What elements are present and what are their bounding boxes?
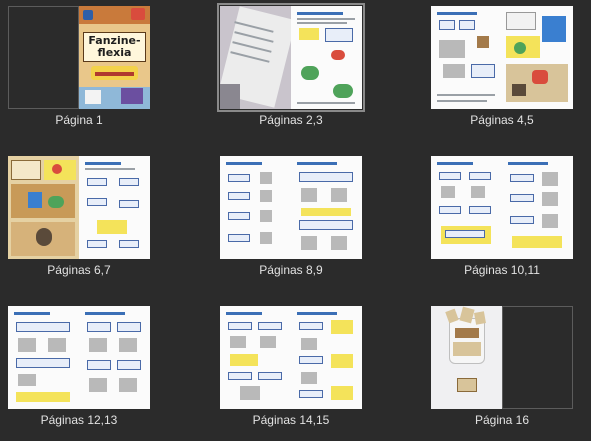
glass-icon: [449, 318, 485, 364]
worksheet-page: [502, 156, 573, 259]
page-thumbnail-grid: Fanzine- flexia Página 1 Páginas 2,3 Pág…: [0, 0, 591, 441]
worksheet-page: [79, 306, 150, 409]
page-spread[interactable]: [220, 306, 362, 409]
thumbnail-label: Páginas 6,7: [47, 263, 111, 277]
thumbnail-label: Páginas 10,11: [464, 263, 540, 277]
worksheet-page: [291, 6, 362, 109]
thumbnail-pages-6-7[interactable]: Páginas 6,7: [0, 150, 150, 286]
page-spread[interactable]: [431, 306, 573, 409]
thumbnail-label: Páginas 12,13: [40, 413, 118, 427]
photo-page: [431, 306, 502, 409]
thumbnail-label: Página 1: [55, 113, 103, 127]
cover-title: Fanzine- flexia: [83, 32, 146, 62]
thumbnail-label: Página 16: [474, 413, 530, 427]
worksheet-page: [431, 156, 502, 259]
page-spread[interactable]: [431, 156, 573, 259]
thumbnail-page-1[interactable]: Fanzine- flexia Página 1: [0, 0, 150, 136]
thumbnail-page-16[interactable]: Página 16: [423, 300, 573, 436]
page-spread[interactable]: [8, 306, 150, 409]
blank-page: [502, 306, 573, 409]
worksheet-page: [8, 306, 79, 409]
thumbnail-label: Páginas 2,3: [259, 113, 323, 127]
page-spread[interactable]: Fanzine- flexia: [8, 6, 150, 109]
thumbnail-pages-8-9[interactable]: Páginas 8,9: [212, 150, 362, 286]
worksheet-page: [431, 6, 502, 109]
page-spread[interactable]: [220, 156, 362, 259]
thumbnail-pages-14-15[interactable]: Páginas 14,15: [212, 300, 362, 436]
thumbnail-pages-2-3[interactable]: Páginas 2,3: [212, 0, 365, 136]
worksheet-page: [220, 306, 291, 409]
page-spread[interactable]: [217, 3, 365, 112]
cover-page: Fanzine- flexia: [79, 6, 150, 109]
worksheet-page: [220, 156, 291, 259]
thumbnail-pages-10-11[interactable]: Páginas 10,11: [423, 150, 573, 286]
worksheet-page: [291, 306, 362, 409]
thumbnail-pages-12-13[interactable]: Páginas 12,13: [0, 300, 150, 436]
blank-page: [8, 6, 79, 109]
thumbnail-pages-4-5[interactable]: Páginas 4,5: [423, 0, 573, 136]
photo-page: [220, 6, 291, 109]
thumbnail-label: Páginas 14,15: [252, 413, 330, 427]
worksheet-page: [291, 156, 362, 259]
page-spread[interactable]: [431, 6, 573, 109]
thumbnail-label: Páginas 8,9: [259, 263, 323, 277]
comic-page: [8, 156, 79, 259]
worksheet-page: [79, 156, 150, 259]
page-spread[interactable]: [8, 156, 150, 259]
comic-page: [502, 6, 573, 109]
thumbnail-label: Páginas 4,5: [470, 113, 534, 127]
